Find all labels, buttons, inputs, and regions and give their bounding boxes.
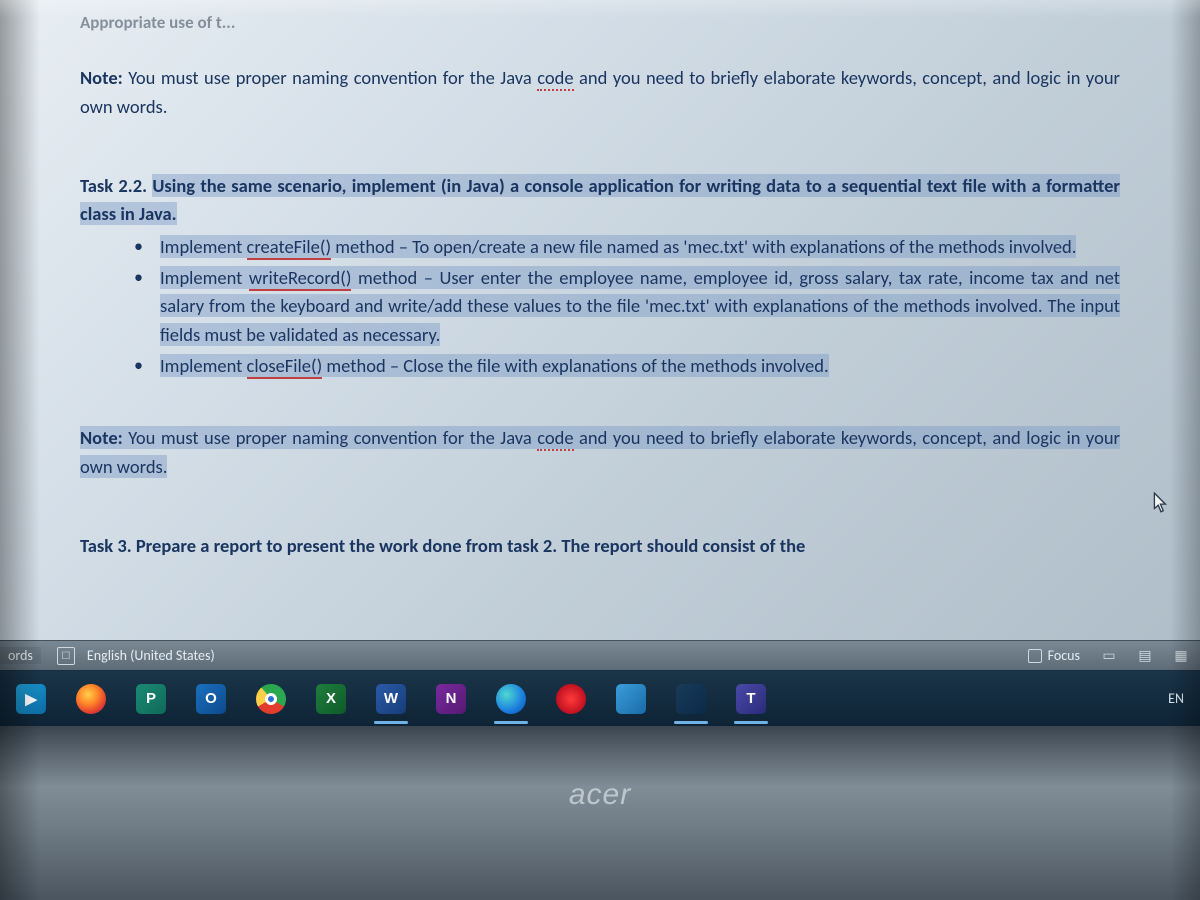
taskbar-app-chrome[interactable] (250, 680, 292, 718)
note-2: Note: You must use proper naming convent… (80, 424, 1120, 481)
bullet-1-lead: Implement (160, 266, 249, 289)
geometry-app-icon (676, 684, 706, 714)
note-1-text-a: You must use proper naming convention fo… (123, 66, 537, 89)
taskbar-app-outlook[interactable]: O (190, 680, 232, 718)
truncated-header-text: Appropriate use of t... (80, 10, 1120, 36)
task-2-2-title: Using the same scenario, implement (in J… (80, 174, 1120, 226)
taskbar-app-firefox[interactable] (70, 680, 112, 718)
taskbar-app-opera[interactable] (550, 680, 592, 718)
note-2-code-word: code (537, 426, 573, 451)
taskbar-app-onenote[interactable]: N (430, 680, 472, 718)
taskbar-app-publisher[interactable]: P (130, 680, 172, 718)
read-mode-view-button[interactable]: ▭ (1098, 647, 1120, 665)
task-2-2-label: Task 2.2. (80, 174, 152, 197)
opera-icon (556, 684, 586, 714)
edge-icon (496, 684, 526, 714)
bullet-2-method: closeFile() (247, 354, 323, 379)
firefox-icon (76, 684, 106, 714)
taskbar-app-media-app[interactable]: ▶ (10, 680, 52, 718)
laptop-brand-logo: acer (569, 778, 631, 812)
word-count-label: ords (8, 647, 33, 664)
word-status-bar: ords ☐ English (United States) Focus ▭ ▤… (0, 640, 1200, 670)
note-1: Note: You must use proper naming convent… (80, 64, 1120, 121)
laptop-bezel (0, 726, 1200, 900)
store-icon (616, 684, 646, 714)
bullet-0-rest: method – To open/create a new file named… (331, 235, 1076, 258)
task-3-truncated: Task 3. Prepare a report to present the … (80, 532, 1120, 561)
document-page: Appropriate use of t... Note: You must u… (0, 0, 1200, 640)
bullet-0-lead: Implement (160, 235, 247, 258)
task-2-2-bullets: Implement createFile() method – To open/… (80, 233, 1120, 380)
print-layout-view-button[interactable]: ▤ (1134, 647, 1156, 665)
bullet-closefile: Implement closeFile() method – Close the… (160, 352, 1120, 381)
proofing-language-button[interactable]: English (United States) (87, 647, 215, 664)
taskbar-app-teams[interactable]: T (730, 680, 772, 718)
onenote-icon: N (436, 684, 466, 714)
note-2-label: Note: (80, 426, 123, 449)
taskbar-app-store[interactable] (610, 680, 652, 718)
taskbar-app-excel[interactable]: X (310, 680, 352, 718)
bullet-2-rest: method – Close the file with explanation… (322, 354, 828, 377)
bullet-createfile: Implement createFile() method – To open/… (160, 233, 1120, 262)
input-language-indicator[interactable]: EN (1162, 690, 1190, 707)
task-2-2-heading: Task 2.2. Using the same scenario, imple… (80, 172, 1120, 229)
note-1-code-word: code (537, 66, 573, 91)
focus-icon (1028, 649, 1042, 663)
word-icon: W (376, 684, 406, 714)
bullet-2-lead: Implement (160, 354, 247, 377)
web-layout-view-button[interactable]: ▦ (1170, 647, 1192, 665)
bullet-0-method: createFile() (247, 235, 332, 260)
taskbar-app-geometry-app[interactable] (670, 680, 712, 718)
taskbar-app-word[interactable]: W (370, 680, 412, 718)
windows-taskbar: ▶ PO XWN T EN (0, 670, 1200, 726)
mouse-cursor-icon (1152, 492, 1170, 514)
word-count-button[interactable]: ords (0, 647, 41, 664)
chrome-icon (256, 684, 286, 714)
outlook-icon: O (196, 684, 226, 714)
note-1-label: Note: (80, 66, 123, 89)
bullet-writerecord: Implement writeRecord() method – User en… (160, 264, 1120, 350)
teams-icon: T (736, 684, 766, 714)
note-2-text-a: You must use proper naming convention fo… (123, 426, 537, 449)
media-app-icon: ▶ (16, 684, 46, 714)
bullet-1-method: writeRecord() (249, 266, 352, 291)
focus-label: Focus (1048, 647, 1080, 664)
publisher-icon: P (136, 684, 166, 714)
focus-mode-button[interactable]: Focus (1024, 645, 1084, 666)
taskbar-app-edge[interactable] (490, 680, 532, 718)
spellcheck-icon[interactable]: ☐ (57, 647, 75, 665)
excel-icon: X (316, 684, 346, 714)
